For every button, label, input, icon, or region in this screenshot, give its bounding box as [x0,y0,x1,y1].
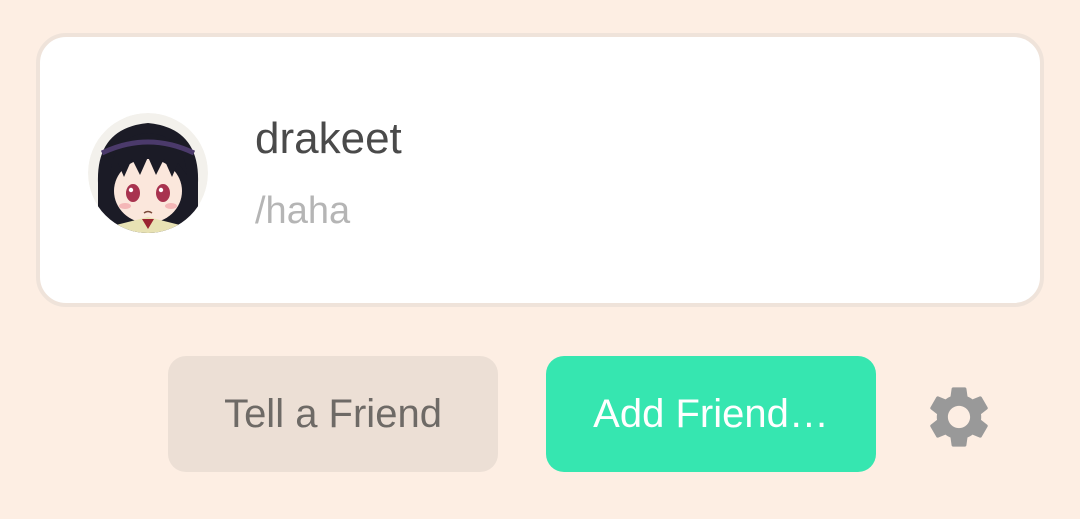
add-friend-button[interactable]: Add Friend… [546,356,876,472]
tell-a-friend-button[interactable]: Tell a Friend [168,356,498,472]
profile-card: drakeet /haha [36,33,1044,307]
avatar[interactable] [88,113,208,233]
user-handle: /haha [255,190,351,232]
gear-icon [930,387,988,447]
settings-button[interactable] [922,380,996,454]
avatar-image [88,113,208,233]
username: drakeet [255,114,402,163]
